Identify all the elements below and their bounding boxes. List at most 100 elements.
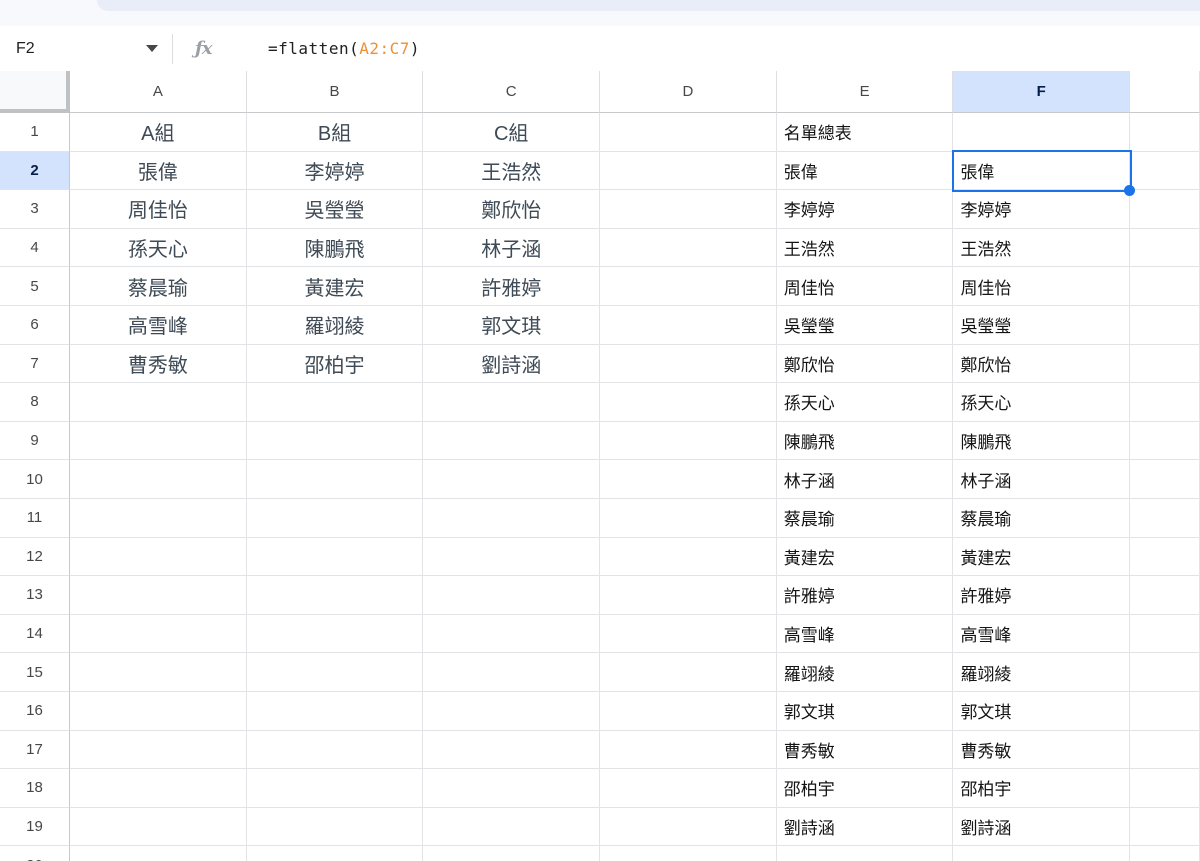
row-header-8[interactable]: 8	[0, 383, 70, 422]
cell-E10[interactable]: 林子涵	[776, 460, 954, 499]
cell-E6[interactable]: 吳瑩瑩	[776, 305, 954, 345]
cell-A12[interactable]	[70, 537, 247, 577]
cell-F5[interactable]: 周佳怡	[953, 267, 1130, 306]
cell-C20[interactable]	[423, 846, 601, 861]
row-header-3[interactable]: 3	[0, 190, 70, 229]
cell-partial-15[interactable]	[1129, 653, 1200, 692]
cell-E4[interactable]: 王浩然	[776, 228, 954, 268]
cell-partial-13[interactable]	[1129, 576, 1200, 615]
cell-F2[interactable]: 張偉	[953, 151, 1130, 191]
cell-B16[interactable]	[246, 691, 424, 731]
cell-C11[interactable]	[423, 498, 601, 538]
row-header-16[interactable]: 16	[0, 691, 70, 731]
column-header-F[interactable]: F	[953, 71, 1130, 113]
cell-C4[interactable]: 林子涵	[423, 228, 601, 268]
select-all-corner[interactable]	[0, 71, 70, 113]
row-header-1[interactable]: 1	[0, 113, 70, 152]
cell-A10[interactable]	[70, 460, 247, 499]
cell-C13[interactable]	[423, 576, 601, 615]
column-header-B[interactable]: B	[246, 71, 424, 113]
cell-C18[interactable]	[423, 769, 601, 808]
cell-E16[interactable]: 郭文琪	[776, 691, 954, 731]
cell-C7[interactable]: 劉詩涵	[423, 344, 601, 384]
cell-E15[interactable]: 羅翊綾	[776, 653, 954, 692]
cell-B2[interactable]: 李婷婷	[246, 151, 424, 191]
cell-F7[interactable]: 鄭欣怡	[953, 344, 1130, 384]
cell-E17[interactable]: 曹秀敏	[776, 730, 954, 770]
cell-D13[interactable]	[600, 576, 777, 615]
cell-C19[interactable]	[423, 807, 601, 847]
cell-B19[interactable]	[246, 807, 424, 847]
cell-partial-1[interactable]	[1129, 113, 1200, 152]
cell-D4[interactable]	[600, 228, 777, 268]
cell-partial-9[interactable]	[1129, 421, 1200, 461]
row-header-17[interactable]: 17	[0, 730, 70, 770]
formula-input[interactable]: =flatten(A2:C7)	[227, 20, 420, 77]
cell-E14[interactable]: 高雪峰	[776, 614, 954, 654]
cell-D9[interactable]	[600, 421, 777, 461]
cell-F9[interactable]: 陳鵬飛	[953, 421, 1130, 461]
cell-A7[interactable]: 曹秀敏	[70, 344, 247, 384]
cell-E5[interactable]: 周佳怡	[776, 267, 954, 306]
cell-partial-11[interactable]	[1129, 498, 1200, 538]
row-header-4[interactable]: 4	[0, 228, 70, 268]
cell-F8[interactable]: 孫天心	[953, 383, 1130, 422]
cell-F11[interactable]: 蔡晨瑜	[953, 498, 1130, 538]
cell-partial-19[interactable]	[1129, 807, 1200, 847]
row-header-2[interactable]: 2	[0, 151, 70, 191]
cell-A5[interactable]: 蔡晨瑜	[70, 267, 247, 306]
cell-B14[interactable]	[246, 614, 424, 654]
cell-A18[interactable]	[70, 769, 247, 808]
cell-B9[interactable]	[246, 421, 424, 461]
cell-A14[interactable]	[70, 614, 247, 654]
row-header-15[interactable]: 15	[0, 653, 70, 692]
cell-B5[interactable]: 黃建宏	[246, 267, 424, 306]
cell-C12[interactable]	[423, 537, 601, 577]
cell-E11[interactable]: 蔡晨瑜	[776, 498, 954, 538]
row-header-11[interactable]: 11	[0, 498, 70, 538]
cell-B1[interactable]: B組	[246, 113, 424, 152]
name-box-dropdown-icon[interactable]	[146, 45, 158, 52]
cell-B10[interactable]	[246, 460, 424, 499]
cell-partial-4[interactable]	[1129, 228, 1200, 268]
cell-C10[interactable]	[423, 460, 601, 499]
cell-B3[interactable]: 吳瑩瑩	[246, 190, 424, 229]
cell-B11[interactable]	[246, 498, 424, 538]
cell-F1[interactable]	[953, 113, 1130, 152]
row-header-10[interactable]: 10	[0, 460, 70, 499]
cell-partial-5[interactable]	[1129, 267, 1200, 306]
fill-handle[interactable]	[1124, 185, 1135, 196]
cell-partial-3[interactable]	[1129, 190, 1200, 229]
cell-A8[interactable]	[70, 383, 247, 422]
cell-D10[interactable]	[600, 460, 777, 499]
cell-C9[interactable]	[423, 421, 601, 461]
row-header-9[interactable]: 9	[0, 421, 70, 461]
cell-partial-14[interactable]	[1129, 614, 1200, 654]
cell-F16[interactable]: 郭文琪	[953, 691, 1130, 731]
cell-F20[interactable]	[953, 846, 1130, 861]
cell-D2[interactable]	[600, 151, 777, 191]
row-header-6[interactable]: 6	[0, 305, 70, 345]
cell-D14[interactable]	[600, 614, 777, 654]
cell-C1[interactable]: C組	[423, 113, 601, 152]
cell-E2[interactable]: 張偉	[776, 151, 954, 191]
cell-D6[interactable]	[600, 305, 777, 345]
row-header-20[interactable]: 20	[0, 846, 70, 861]
cell-D11[interactable]	[600, 498, 777, 538]
cell-B18[interactable]	[246, 769, 424, 808]
cell-B12[interactable]	[246, 537, 424, 577]
column-header-D[interactable]: D	[600, 71, 777, 113]
cell-B8[interactable]	[246, 383, 424, 422]
cell-D15[interactable]	[600, 653, 777, 692]
cell-F10[interactable]: 林子涵	[953, 460, 1130, 499]
cell-B4[interactable]: 陳鵬飛	[246, 228, 424, 268]
column-header-C[interactable]: C	[423, 71, 601, 113]
cell-F12[interactable]: 黃建宏	[953, 537, 1130, 577]
cell-E20[interactable]	[776, 846, 954, 861]
cell-partial-20[interactable]	[1129, 846, 1200, 861]
cell-D18[interactable]	[600, 769, 777, 808]
cell-F19[interactable]: 劉詩涵	[953, 807, 1130, 847]
cell-E13[interactable]: 許雅婷	[776, 576, 954, 615]
cell-E3[interactable]: 李婷婷	[776, 190, 954, 229]
cell-C17[interactable]	[423, 730, 601, 770]
